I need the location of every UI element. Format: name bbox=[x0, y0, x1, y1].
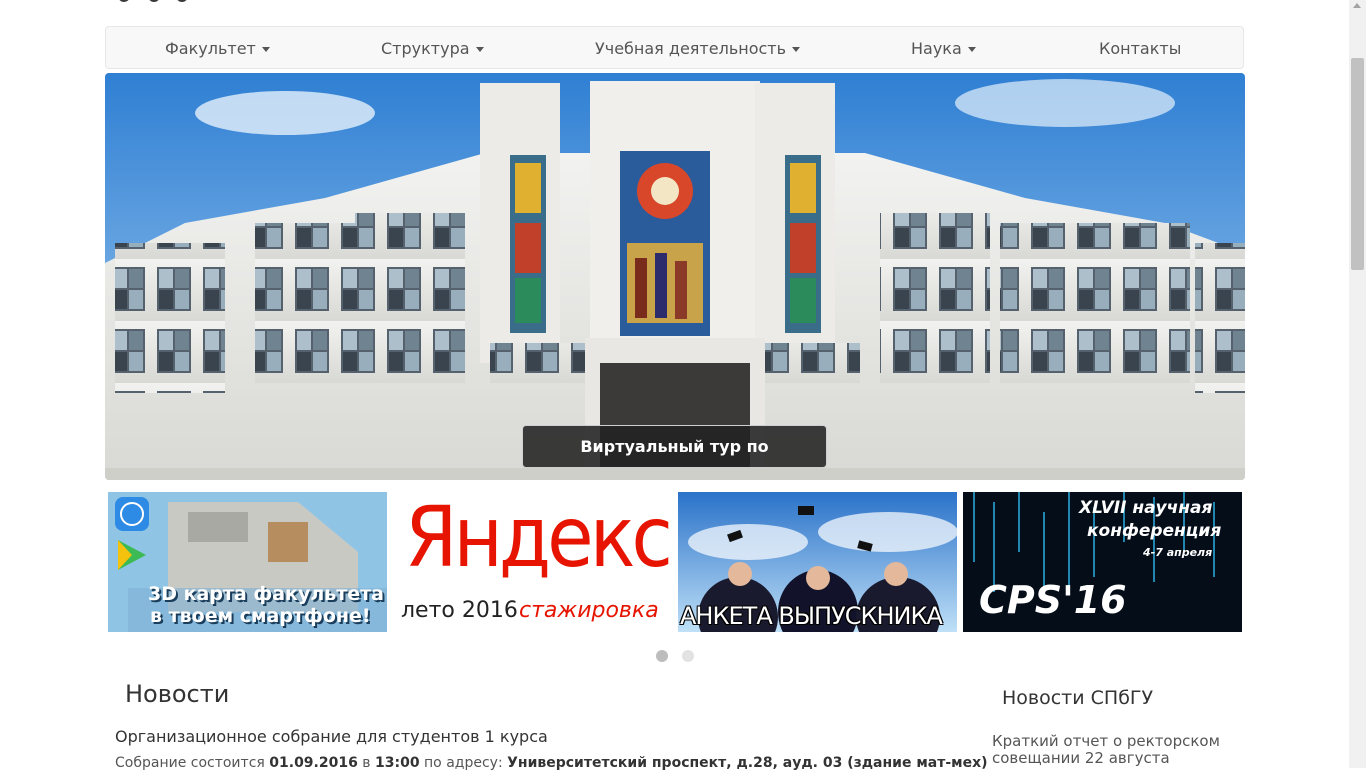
banner-3d-map-line2: в твоем смартфоне! bbox=[150, 605, 371, 627]
news-section-title: Новости bbox=[125, 680, 230, 708]
virtual-tour-button[interactable]: Виртуальный тур по факультету bbox=[522, 425, 827, 497]
nav-faculty-label: Факультет bbox=[165, 39, 256, 58]
banner-graduate-survey[interactable]: АНКЕТА ВЫПУСКНИКА bbox=[678, 492, 957, 632]
banner-cps16[interactable]: XLVII научная конференция 4-7 апреля CPS… bbox=[963, 492, 1242, 632]
nav-education[interactable]: Учебная деятельность bbox=[595, 27, 801, 70]
page-scrollbar[interactable] bbox=[1349, 0, 1366, 768]
news-date: 01.09.2016 bbox=[269, 755, 358, 771]
banner-yandex[interactable]: Яндекс лето 2016 стажировка bbox=[393, 492, 672, 632]
cps16-date: 4-7 апреля bbox=[1143, 546, 1213, 559]
nav-science[interactable]: Наука bbox=[911, 27, 976, 70]
nav-science-label: Наука bbox=[911, 39, 962, 58]
hero-building-image[interactable] bbox=[105, 73, 1245, 480]
banner-3d-map-line1: 3D карта факультета bbox=[148, 583, 384, 605]
nav-structure-label: Структура bbox=[381, 39, 470, 58]
nav-education-label: Учебная деятельность bbox=[595, 39, 787, 58]
banner-3d-map[interactable]: 3D карта факультета в твоем смартфоне! bbox=[108, 492, 387, 632]
cps16-logo: CPS'16 bbox=[979, 578, 1127, 622]
nav-faculty[interactable]: Факультет bbox=[165, 27, 270, 70]
news-item-title[interactable]: Организационное собрание для студентов 1… bbox=[115, 727, 548, 746]
news-body-prefix: Собрание состоится bbox=[115, 755, 270, 771]
faculty-building-illustration bbox=[105, 73, 1245, 480]
caret-down-icon bbox=[792, 47, 801, 52]
banner-yandex-internship: стажировка bbox=[519, 598, 659, 623]
news-body-in: в bbox=[357, 755, 375, 771]
scrollbar-thumb[interactable] bbox=[1351, 58, 1364, 270]
news-item-body: Собрание состоится 01.09.2016 в 13:00 по… bbox=[115, 755, 988, 771]
carousel-dot-1[interactable] bbox=[656, 650, 668, 662]
site-logo-fragment bbox=[118, 0, 198, 4]
nav-structure[interactable]: Структура bbox=[381, 27, 484, 70]
scroll-up-arrow-icon[interactable] bbox=[1353, 3, 1361, 8]
banner-graduate-survey-text: АНКЕТА ВЫПУСКНИКА bbox=[680, 602, 943, 630]
nav-contacts-label: Контакты bbox=[1099, 39, 1182, 58]
news-time: 13:00 bbox=[375, 755, 420, 771]
spbu-news-link[interactable]: Краткий отчет о ректорском совещании 22 … bbox=[992, 733, 1242, 767]
news-body-address-prefix: по адресу: bbox=[419, 755, 508, 771]
caret-down-icon bbox=[261, 47, 270, 52]
main-navbar: Факультет Структура Учебная деятельность… bbox=[105, 26, 1244, 69]
cps16-line1: XLVII научная bbox=[1079, 498, 1213, 518]
banner-yandex-period: лето 2016 bbox=[401, 598, 518, 623]
spbu-news-title: Новости СПбГУ bbox=[1002, 687, 1154, 709]
caret-down-icon bbox=[967, 47, 976, 52]
yandex-logo: Яндекс bbox=[405, 492, 672, 586]
carousel-dot-2[interactable] bbox=[682, 650, 694, 662]
caret-down-icon bbox=[475, 47, 484, 52]
cps16-line2: конференция bbox=[1087, 521, 1222, 541]
nav-contacts[interactable]: Контакты bbox=[1099, 27, 1181, 70]
news-address: Университетский проспект, д.28, ауд. 03 … bbox=[507, 755, 988, 771]
